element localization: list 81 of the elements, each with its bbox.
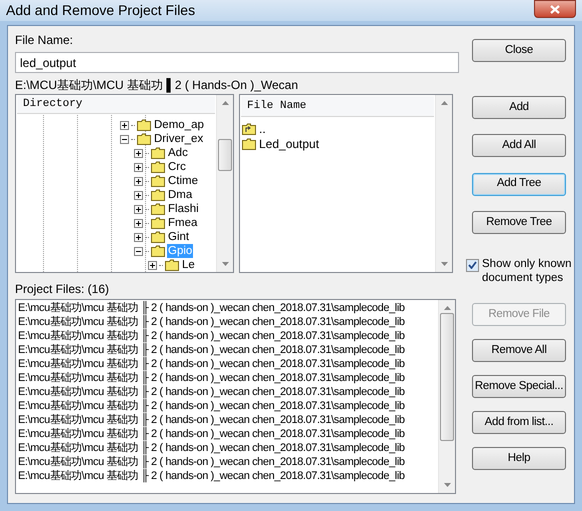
parent-folder-icon [242, 122, 256, 134]
project-file-row[interactable]: E:\mcu基础功\mcu 基础功 ╟ 2 ( hands-on )_wecan chen_2018.07.31\samplecode_lib [18, 371, 405, 385]
expand-icon[interactable] [134, 148, 143, 158]
dialog-button[interactable]: Remove Special... [472, 374, 566, 398]
scrollbar[interactable] [216, 95, 233, 272]
field-label: File Name: [15, 33, 74, 47]
folder-icon [137, 119, 151, 131]
collapse-icon[interactable] [120, 134, 129, 144]
column-header: Directory [17, 96, 215, 114]
folder-icon [137, 133, 151, 145]
file-name-field[interactable]: led_output [15, 52, 459, 73]
folder-icon [151, 161, 165, 173]
project-file-row[interactable]: E:\mcu基础功\mcu 基础功 ╟ 2 ( hands-on )_wecan chen_2018.07.31\samplecode_lib [18, 413, 405, 427]
checkbox[interactable] [466, 258, 479, 272]
scroll-down-icon[interactable] [444, 483, 451, 487]
file-item[interactable]: Led_output [259, 136, 320, 150]
folder-icon [151, 175, 165, 187]
dialog-button[interactable]: Close [472, 39, 566, 62]
tree-item[interactable]: Gint [167, 230, 190, 244]
tree-item[interactable]: Demo_ap [153, 118, 205, 132]
dialog-button[interactable]: Remove All [472, 338, 566, 362]
checkbox-label[interactable]: Show only known document types [482, 256, 578, 285]
project-file-row[interactable]: E:\mcu基础功\mcu 基础功 ╟ 2 ( hands-on )_wecan chen_2018.07.31\samplecode_lib [18, 329, 405, 343]
window-title: Add and Remove Project Files [6, 1, 196, 20]
scroll-down-icon[interactable] [441, 262, 448, 266]
dialog-button[interactable]: Add [472, 96, 566, 120]
list-label: Project Files: (16) [15, 282, 110, 296]
folder-icon [242, 138, 256, 150]
project-file-row[interactable]: E:\mcu基础功\mcu 基础功 ╟ 2 ( hands-on )_wecan chen_2018.07.31\samplecode_lib [18, 399, 405, 413]
tree-item[interactable]: Le [181, 258, 196, 272]
close-icon [550, 4, 560, 14]
file-item[interactable]: .. [259, 122, 266, 136]
project-file-row[interactable]: E:\mcu基础功\mcu 基础功 ╟ 2 ( hands-on )_wecan chen_2018.07.31\samplecode_lib [18, 455, 405, 469]
column-header: File Name [241, 96, 434, 117]
path-text: E:\MCU基础功\MCU 基础功 ▌2 ( Hands-On )_Wecan [15, 78, 299, 92]
project-file-row[interactable]: E:\mcu基础功\mcu 基础功 ╟ 2 ( hands-on )_wecan chen_2018.07.31\samplecode_lib [18, 343, 405, 357]
expand-icon[interactable] [134, 162, 143, 172]
expand-icon[interactable] [134, 176, 143, 186]
expand-icon[interactable] [134, 190, 143, 200]
scroll-up-icon[interactable] [222, 101, 229, 105]
folder-icon [151, 231, 165, 243]
expand-icon[interactable] [120, 120, 129, 130]
scrollbar[interactable] [438, 300, 455, 493]
expand-icon[interactable] [134, 204, 143, 214]
check-icon [468, 261, 477, 270]
scroll-up-icon[interactable] [444, 306, 451, 310]
tree-item[interactable]: Adc [167, 146, 189, 160]
folder-icon [151, 189, 165, 201]
folder-icon [151, 245, 165, 257]
expand-icon[interactable] [148, 260, 157, 270]
tree-item[interactable]: Ctime [167, 174, 200, 188]
dialog-button[interactable]: Add from list... [472, 410, 566, 434]
project-file-row[interactable]: E:\mcu基础功\mcu 基础功 ╟ 2 ( hands-on )_wecan chen_2018.07.31\samplecode_lib [18, 469, 405, 483]
scrollbar[interactable] [435, 95, 452, 272]
tree-item[interactable]: Crc [167, 160, 187, 174]
dialog-button[interactable]: Add All [472, 134, 566, 158]
tree-item[interactable]: Dma [167, 188, 194, 202]
dialog-button[interactable]: Add Tree [472, 172, 566, 196]
project-file-row[interactable]: E:\mcu基础功\mcu 基础功 ╟ 2 ( hands-on )_wecan chen_2018.07.31\samplecode_lib [18, 441, 405, 455]
expand-icon[interactable] [134, 218, 143, 228]
project-file-row[interactable]: E:\mcu基础功\mcu 基础功 ╟ 2 ( hands-on )_wecan chen_2018.07.31\samplecode_lib [18, 315, 405, 329]
project-file-row[interactable]: E:\mcu基础功\mcu 基础功 ╟ 2 ( hands-on )_wecan chen_2018.07.31\samplecode_lib [18, 427, 405, 441]
project-file-row[interactable]: E:\mcu基础功\mcu 基础功 ╟ 2 ( hands-on )_wecan chen_2018.07.31\samplecode_lib [18, 301, 405, 315]
collapse-icon[interactable] [134, 246, 143, 256]
folder-icon [151, 147, 165, 159]
folder-icon [165, 259, 179, 271]
close-button[interactable] [534, 0, 576, 18]
tree-item[interactable]: Fmea [167, 216, 198, 230]
folder-icon [151, 217, 165, 229]
scroll-thumb[interactable] [440, 313, 454, 441]
dialog-button[interactable]: Help [472, 446, 566, 470]
scroll-up-icon[interactable] [441, 101, 448, 105]
folder-icon [151, 203, 165, 215]
project-file-row[interactable]: E:\mcu基础功\mcu 基础功 ╟ 2 ( hands-on )_wecan chen_2018.07.31\samplecode_lib [18, 357, 405, 371]
expand-icon[interactable] [134, 232, 143, 242]
tree-item[interactable]: Driver_ex [153, 132, 204, 146]
dialog-button[interactable]: Remove Tree [472, 210, 566, 234]
scroll-down-icon[interactable] [222, 262, 229, 266]
project-file-row[interactable]: E:\mcu基础功\mcu 基础功 ╟ 2 ( hands-on )_wecan chen_2018.07.31\samplecode_lib [18, 385, 405, 399]
scroll-thumb[interactable] [218, 139, 232, 171]
tree-item[interactable]: Flashi [167, 202, 200, 216]
